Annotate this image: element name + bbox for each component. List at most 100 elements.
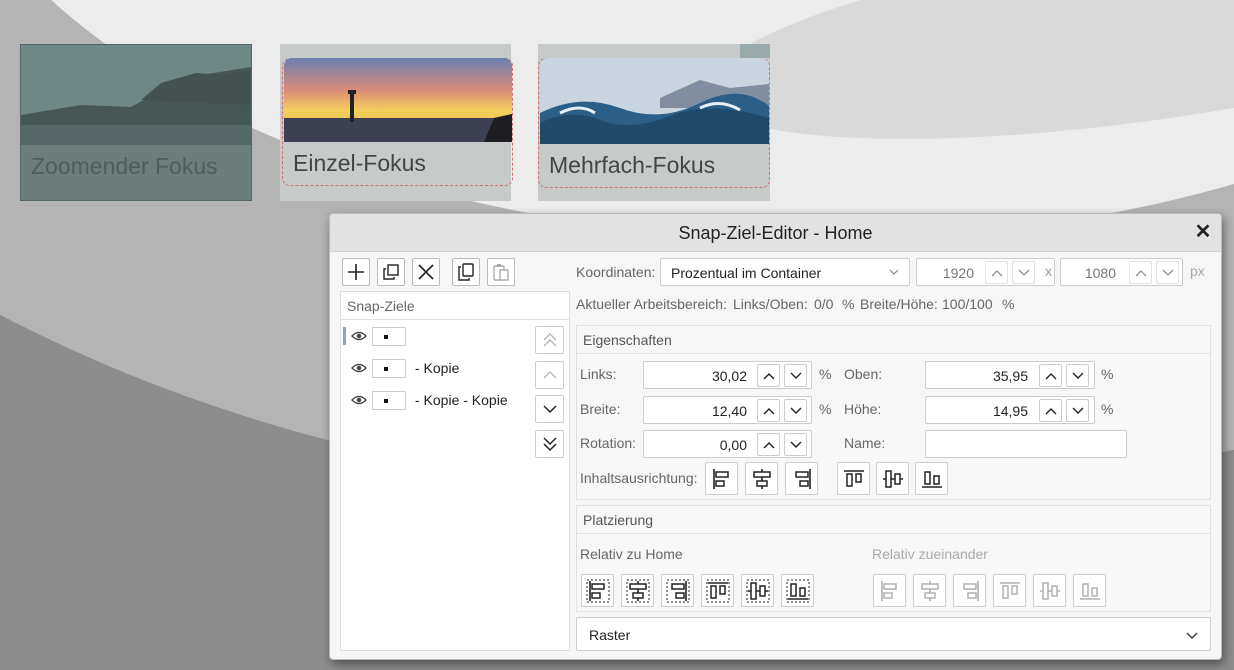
place-center-vertical-icon [746, 579, 769, 602]
top-increment[interactable] [1039, 364, 1062, 387]
placement-header: Platzierung [577, 506, 1210, 534]
chevron-up-icon [991, 269, 1002, 276]
snap-target-row[interactable]: - Kopie - Kopie [341, 389, 531, 413]
chevron-down-icon [1072, 407, 1083, 414]
workspace-label: Aktueller Arbeitsbereich: [576, 296, 727, 312]
rotation-label: Rotation: [580, 435, 637, 451]
align-right-button[interactable] [785, 462, 818, 495]
left-increment[interactable] [757, 364, 780, 387]
relative-align-left-button[interactable] [873, 574, 906, 607]
place-center-vertical-button[interactable] [741, 574, 774, 607]
align-center-vertical-button[interactable] [876, 462, 909, 495]
align-top-icon [999, 581, 1020, 599]
chevron-down-icon [889, 269, 899, 275]
place-left-button[interactable] [581, 574, 614, 607]
coordinates-mode-select[interactable]: Prozentual im Container [660, 258, 910, 286]
paste-button[interactable] [487, 258, 515, 286]
visibility-eye-icon[interactable] [351, 361, 367, 375]
align-bottom-button[interactable] [915, 462, 948, 495]
top-value: 35,95 [992, 368, 1028, 384]
container-width-value: 1920 [942, 265, 974, 281]
rotation-increment[interactable] [757, 433, 780, 456]
thumbnail-einzel-fokus[interactable]: Einzel-Fokus [280, 44, 513, 201]
height-increment[interactable] [1039, 399, 1062, 422]
close-icon[interactable]: ✕ [1193, 221, 1213, 243]
copy-button[interactable] [452, 258, 480, 286]
place-top-icon [706, 579, 729, 602]
width-decrement[interactable] [784, 399, 807, 422]
move-to-top-button[interactable] [535, 326, 564, 354]
move-up-icon [543, 371, 556, 379]
align-right-icon [794, 468, 811, 489]
width-unit: % [819, 401, 832, 417]
copy-icon [458, 263, 474, 281]
thumbnail-caption: Zoomender Fokus [31, 153, 218, 179]
raster-label: Raster [589, 627, 631, 643]
relative-align-center-horizontal-button[interactable] [913, 574, 946, 607]
chevron-down-icon [1162, 269, 1173, 276]
left-decrement[interactable] [784, 364, 807, 387]
width-label: Breite: [580, 401, 621, 417]
thumbnail-mehrfach-fokus[interactable]: Mehrfach-Fokus [538, 44, 770, 201]
target-label: - Kopie - Kopie [415, 392, 508, 408]
chevron-down-icon [790, 407, 801, 414]
height-decrement[interactable] [1066, 399, 1089, 422]
place-top-button[interactable] [701, 574, 734, 607]
chevron-down-icon [790, 372, 801, 379]
move-up-button[interactable] [535, 361, 564, 389]
container-height-value: 1080 [1084, 265, 1116, 281]
align-top-button[interactable] [837, 462, 870, 495]
relative-to-each-other-label: Relativ zueinander [872, 546, 988, 562]
add-target-button[interactable] [342, 258, 370, 286]
align-center-vertical-icon [882, 469, 903, 488]
align-bottom-icon [1079, 582, 1100, 600]
width-value: 12,40 [711, 403, 747, 419]
chevron-up-icon [1135, 269, 1146, 276]
height-label: Höhe: [844, 401, 882, 417]
align-left-button[interactable] [705, 462, 738, 495]
relative-align-bottom-button[interactable] [1073, 574, 1106, 607]
align-center-horizontal-button[interactable] [745, 462, 778, 495]
duplicate-target-button[interactable] [377, 258, 405, 286]
rotation-decrement[interactable] [784, 433, 807, 456]
dialog-titlebar[interactable]: Snap-Ziel-Editor - Home ✕ [330, 214, 1221, 252]
duplicate-icon [383, 264, 399, 280]
snap-target-row[interactable] [341, 325, 531, 349]
place-center-horizontal-button[interactable] [621, 574, 654, 607]
target-color-swatch [372, 391, 406, 410]
top-unit: % [1101, 366, 1114, 382]
height-increment[interactable] [1129, 261, 1152, 284]
move-down-icon [542, 405, 557, 414]
width-decrement[interactable] [1012, 261, 1035, 284]
top-decrement[interactable] [1066, 364, 1089, 387]
chevron-down-icon [1186, 632, 1198, 639]
content-alignment-label: Inhaltsausrichtung: [580, 470, 698, 486]
place-bottom-button[interactable] [781, 574, 814, 607]
thumbnail-zoomender-fokus[interactable]: Zoomender Fokus [20, 44, 252, 201]
align-center-horizontal-icon [752, 468, 771, 489]
properties-header: Eigenschaften [577, 326, 1210, 354]
place-right-button[interactable] [661, 574, 694, 607]
relative-align-right-button[interactable] [953, 574, 986, 607]
relative-align-center-vertical-button[interactable] [1033, 574, 1066, 607]
relative-align-top-button[interactable] [993, 574, 1026, 607]
name-input[interactable] [925, 430, 1127, 458]
height-decrement[interactable] [1156, 261, 1179, 284]
visibility-eye-icon[interactable] [351, 329, 367, 343]
visibility-eye-icon[interactable] [351, 393, 367, 407]
dimension-separator: x [1045, 263, 1052, 279]
move-top-icon [543, 333, 556, 347]
move-down-button[interactable] [535, 395, 564, 423]
workspace-left-top-value: 0/0 [814, 296, 834, 312]
delete-target-button[interactable] [412, 258, 440, 286]
chevron-up-icon [1045, 407, 1056, 414]
raster-expander[interactable]: Raster [576, 617, 1211, 651]
snap-target-row[interactable]: - Kopie [341, 357, 531, 381]
move-to-bottom-button[interactable] [535, 430, 564, 458]
name-label: Name: [844, 435, 886, 451]
snap-target-editor-dialog: Snap-Ziel-Editor - Home ✕ Snap-Ziele - K… [329, 213, 1222, 660]
width-increment[interactable] [985, 261, 1008, 284]
width-increment[interactable] [757, 399, 780, 422]
chevron-up-icon [763, 441, 774, 448]
top-label: Oben: [844, 366, 883, 382]
